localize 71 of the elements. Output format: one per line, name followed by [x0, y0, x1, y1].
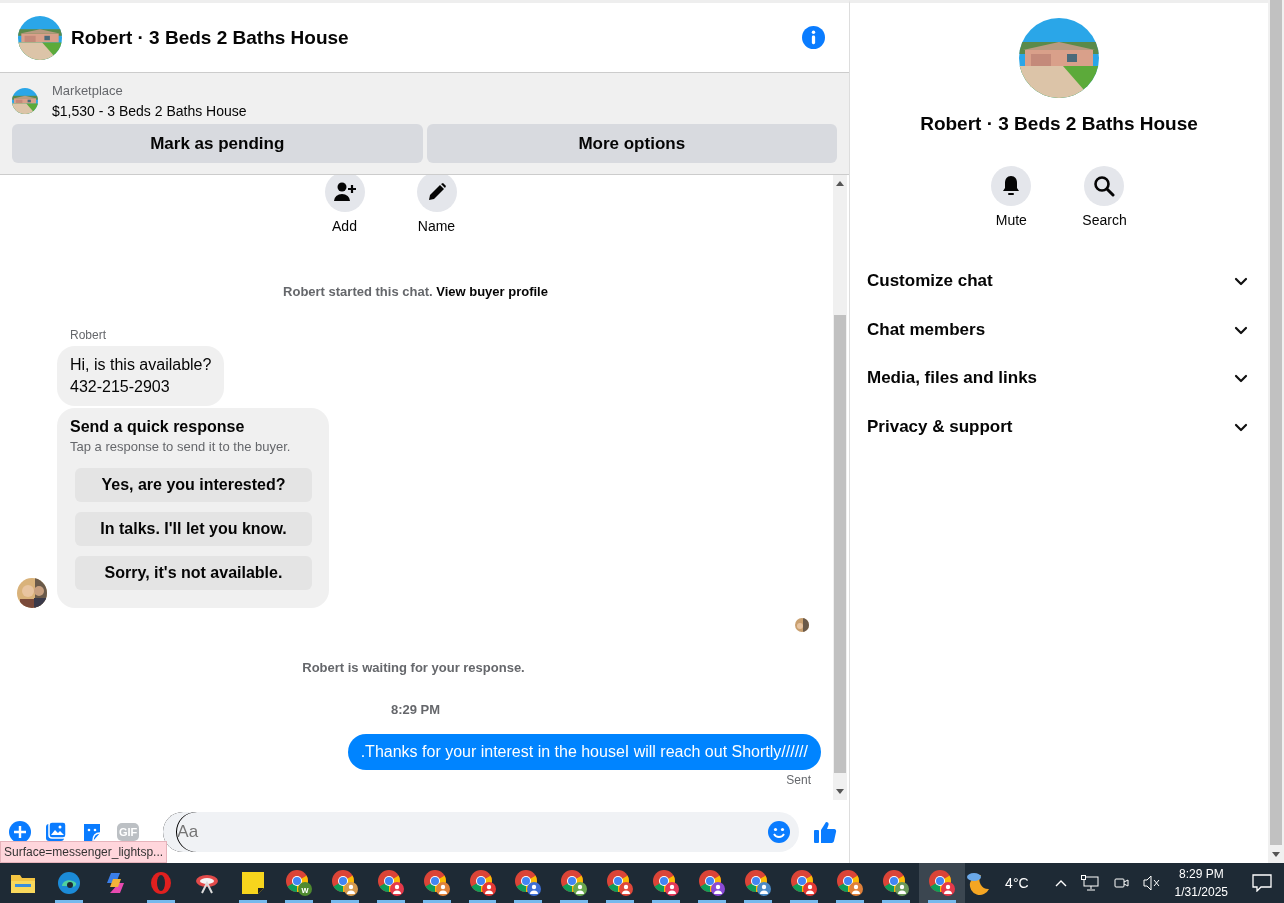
sticky-note-icon — [241, 872, 264, 894]
taskbar-app[interactable]: w — [275, 863, 322, 903]
section-header[interactable]: Chat members — [850, 305, 1268, 354]
speaker-muted-icon[interactable] — [1142, 875, 1161, 891]
chrome-profile-icon — [423, 870, 450, 896]
message-bubble: Hi, is this available? 432-215-2903 — [57, 346, 225, 406]
scroll-up-icon[interactable] — [836, 180, 844, 186]
network-icon[interactable] — [1080, 875, 1099, 891]
card-subtitle: Tap a response to send it to the buyer. — [70, 439, 292, 454]
conversation-title: Robert · 3 Beds 2 Baths House — [920, 113, 1198, 135]
intro-action-button[interactable]: Name — [410, 175, 463, 235]
intro-action-button[interactable]: Add — [318, 175, 371, 235]
thumbs-up-icon[interactable] — [813, 819, 837, 844]
scrollbar[interactable] — [1268, 0, 1284, 863]
listing-action-button[interactable]: Mark as pending — [12, 124, 423, 163]
listing-source: Marketplace — [52, 83, 124, 98]
chrome-profile-icon — [883, 870, 910, 896]
buyer-profile-link[interactable]: View buyer profile — [436, 284, 548, 299]
conversation-action-button[interactable]: Search — [1076, 165, 1133, 229]
message-field[interactable]: Aa — [163, 811, 799, 852]
message-bubble: .Thanks for your interest in the houseI will reach out Shortly////// — [347, 734, 821, 770]
chrome-profile-icon — [561, 870, 588, 896]
chrome-profile-icon — [699, 870, 726, 896]
section-header[interactable]: Privacy & support — [850, 402, 1268, 451]
chrome-profile-icon — [607, 870, 634, 896]
quick-response-button[interactable]: Yes, are you interested? — [75, 468, 312, 502]
scroll-down-icon[interactable] — [836, 789, 844, 795]
status-tooltip: Surface=messenger_lightsp... — [0, 841, 168, 863]
quick-response-button[interactable]: In talks. I'll let you know. — [75, 512, 312, 546]
card-title: Send a quick response — [70, 418, 246, 436]
quick-response-button[interactable]: Sorry, it's not available. — [75, 556, 312, 590]
status-notice: Robert is waiting for your response. — [301, 660, 526, 675]
image-icon[interactable] — [45, 820, 67, 843]
chrome-profile-icon — [929, 870, 956, 896]
notification-icon[interactable] — [1252, 874, 1272, 892]
scrollbar[interactable] — [833, 175, 847, 800]
listing-action-button[interactable]: More options — [426, 124, 837, 163]
chrome-profile-icon — [331, 870, 358, 896]
section-header[interactable]: Customize chat — [850, 257, 1268, 306]
chrome-profile-icon — [377, 870, 404, 896]
listing-title: $1,530 - 3 Beds 2 Baths House — [52, 103, 247, 119]
chrome-profile-icon — [653, 870, 680, 896]
chrome-profile-icon — [745, 870, 772, 896]
chat-intro: Robert started this chat. View buyer profile — [282, 284, 549, 299]
sender-name: Robert — [70, 328, 108, 342]
camera-icon[interactable] — [1112, 875, 1129, 891]
section-header[interactable]: Media, files and links — [850, 354, 1268, 403]
chrome-profile-icon — [791, 870, 818, 896]
conversation-action-button[interactable]: Mute — [985, 165, 1038, 229]
chrome-profile-icon — [515, 870, 542, 896]
chrome-profile-icon — [469, 870, 496, 896]
pencil-icon — [426, 182, 447, 202]
temperature: 4°C — [1005, 875, 1029, 891]
taskbar-app[interactable] — [919, 863, 965, 903]
plus-icon[interactable] — [9, 820, 31, 843]
chat-title: Robert · 3 Beds 2 Baths House — [71, 26, 350, 49]
bell-icon — [1001, 175, 1022, 197]
ring-logo-icon — [148, 871, 173, 895]
chrome-profile-icon — [837, 870, 864, 896]
wave-logo-icon — [56, 871, 81, 895]
emoji-icon[interactable] — [768, 820, 790, 843]
clock[interactable]: 8:29 PM 1/31/2025 — [1174, 865, 1228, 901]
add-person-icon — [333, 182, 356, 202]
scroll-down-icon[interactable] — [1272, 852, 1280, 858]
folder-icon — [10, 873, 35, 893]
info-icon[interactable] — [802, 26, 825, 49]
moon-cloud-icon — [965, 871, 992, 895]
chevron-up-icon[interactable] — [1054, 879, 1067, 887]
timestamp: 8:29 PM — [389, 702, 442, 717]
search-icon — [1093, 175, 1116, 197]
delivery-status: Sent — [786, 773, 811, 787]
